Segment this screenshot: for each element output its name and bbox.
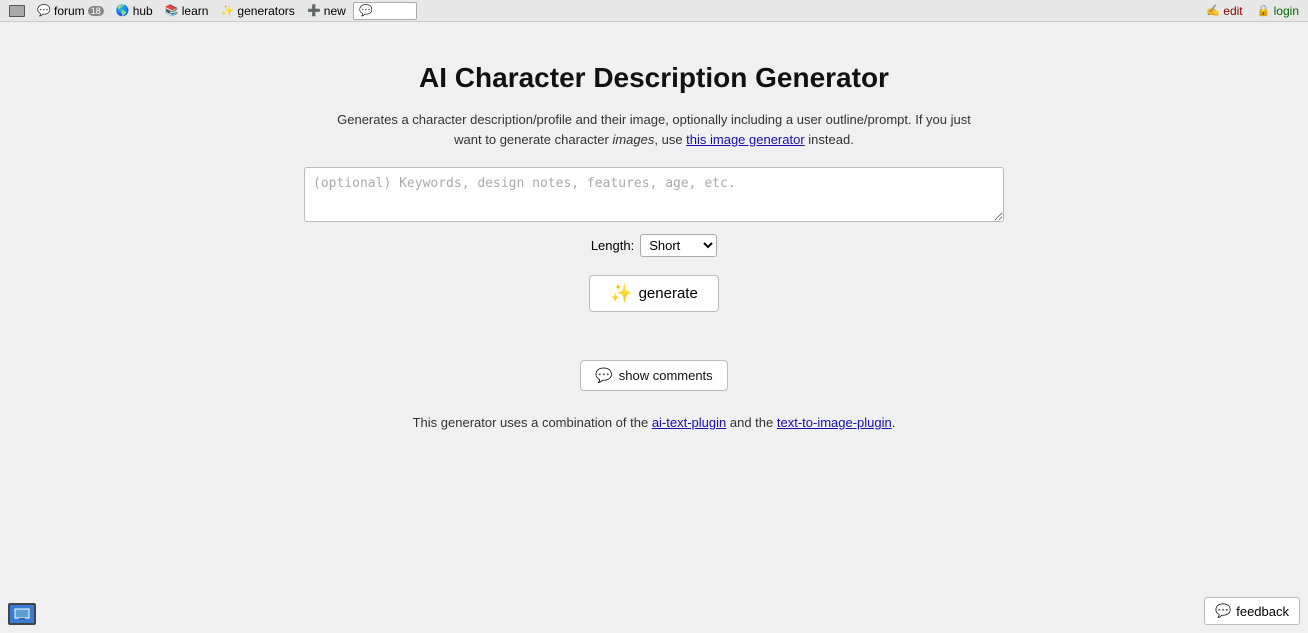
generate-button[interactable]: ✨ generate (589, 275, 719, 312)
edit-icon: ✍ (1206, 4, 1220, 18)
forum-badge: 18 (88, 6, 104, 16)
sparkle-icon: ✨ (610, 283, 632, 304)
page-title: AI Character Description Generator (419, 62, 889, 94)
nav-item-forum[interactable]: 💬 forum 18 (32, 3, 109, 19)
screen-icon-nav[interactable] (4, 4, 30, 18)
nav-item-new[interactable]: ➕ new (302, 3, 351, 19)
feedback-icon: 💬 (1215, 603, 1231, 619)
image-generator-link[interactable]: this image generator (686, 132, 805, 147)
length-row: Length: Short Medium Long (591, 234, 717, 257)
nav-label-aichat: ai chat (376, 4, 411, 18)
desc-italic: images (612, 132, 654, 147)
nav-item-login[interactable]: 🔒 login (1252, 3, 1304, 19)
screen-svg (14, 608, 30, 620)
topnav-left: 💬 forum 18 🌎 hub 📚 learn ✨ generators ➕ … (4, 2, 417, 20)
comment-icon: 💬 (595, 367, 612, 384)
top-navigation: 💬 forum 18 🌎 hub 📚 learn ✨ generators ➕ … (0, 0, 1308, 22)
plugin-info-before: This generator uses a combination of the (413, 415, 652, 430)
generators-icon: ✨ (220, 4, 234, 18)
nav-label-hub: hub (133, 4, 153, 18)
nav-label-login: login (1274, 4, 1299, 18)
length-select[interactable]: Short Medium Long (640, 234, 717, 257)
page-description: Generates a character description/profil… (334, 110, 974, 149)
nav-item-edit[interactable]: ✍ edit (1201, 3, 1247, 19)
desc-after: instead. (805, 132, 854, 147)
main-content: AI Character Description Generator Gener… (0, 22, 1308, 430)
plugin-info: This generator uses a combination of the… (413, 415, 896, 430)
feedback-button[interactable]: 💬 feedback (1204, 597, 1300, 625)
feedback-label: feedback (1236, 604, 1289, 619)
show-comments-label: show comments (619, 368, 713, 383)
plugin-info-middle: and the (726, 415, 777, 430)
bottom-screen-icon[interactable] (8, 603, 36, 625)
text-to-image-plugin-link[interactable]: text-to-image-plugin (777, 415, 892, 430)
screen-icon (9, 5, 25, 17)
show-comments-button[interactable]: 💬 show comments (580, 360, 727, 391)
nav-label-edit: edit (1223, 4, 1242, 18)
nav-label-new: new (324, 4, 346, 18)
forum-icon: 💬 (37, 4, 51, 18)
nav-label-forum: forum (54, 4, 85, 18)
desc-middle: , use (654, 132, 686, 147)
nav-item-aichat[interactable]: 💬 ai chat (353, 2, 417, 20)
nav-label-learn: learn (182, 4, 209, 18)
ai-text-plugin-link[interactable]: ai-text-plugin (652, 415, 726, 430)
nav-label-generators: generators (237, 4, 294, 18)
generate-button-label: generate (639, 285, 698, 302)
plugin-info-after: . (892, 415, 896, 430)
aichat-icon: 💬 (359, 4, 373, 18)
nav-item-hub[interactable]: 🌎 hub (111, 3, 158, 19)
nav-item-learn[interactable]: 📚 learn (160, 3, 214, 19)
length-label: Length: (591, 238, 634, 253)
learn-icon: 📚 (165, 4, 179, 18)
nav-item-generators[interactable]: ✨ generators (215, 3, 299, 19)
bottom-left-area (8, 603, 36, 625)
topnav-right: ✍ edit 🔒 login (1201, 3, 1304, 19)
keywords-input[interactable] (304, 167, 1004, 222)
hub-icon: 🌎 (116, 4, 130, 18)
login-icon: 🔒 (1257, 4, 1271, 18)
new-icon: ➕ (307, 4, 321, 18)
